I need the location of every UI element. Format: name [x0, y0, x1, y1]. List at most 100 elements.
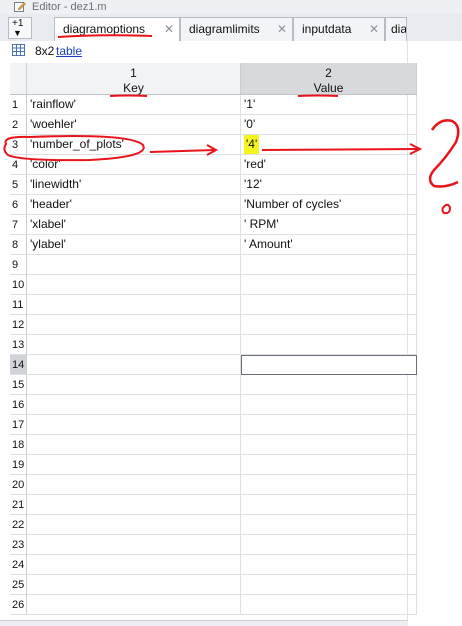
value-cell[interactable]	[241, 495, 417, 515]
key-cell[interactable]	[27, 375, 241, 395]
row-number[interactable]: 13	[10, 335, 27, 355]
key-cell[interactable]	[27, 395, 241, 415]
row-number[interactable]: 26	[10, 595, 27, 615]
row-number[interactable]: 23	[10, 535, 27, 555]
value-cell[interactable]	[241, 555, 417, 575]
table-row[interactable]: 16	[10, 395, 417, 415]
value-cell[interactable]	[241, 395, 417, 415]
row-number[interactable]: 19	[10, 455, 27, 475]
value-cell[interactable]: ' Amount'	[241, 235, 417, 255]
value-cell[interactable]: 'Number of cycles'	[241, 195, 417, 215]
table-row[interactable]: 24	[10, 555, 417, 575]
tab-diagramoptions[interactable]: diagramoptions ✕	[54, 17, 180, 42]
row-number[interactable]: 6	[10, 195, 27, 215]
value-cell[interactable]	[241, 575, 417, 595]
key-cell[interactable]: 'ylabel'	[27, 235, 241, 255]
value-cell[interactable]	[241, 275, 417, 295]
table-row[interactable]: 3'number_of_plots' '4'	[10, 135, 417, 155]
row-number[interactable]: 17	[10, 415, 27, 435]
key-cell[interactable]	[27, 515, 241, 535]
table-row[interactable]: 22	[10, 515, 417, 535]
value-cell[interactable]	[241, 295, 417, 315]
horizontal-scrollbar[interactable]	[0, 620, 408, 626]
row-number[interactable]: 1	[10, 95, 27, 115]
value-cell[interactable]	[241, 375, 417, 395]
key-cell[interactable]	[27, 595, 241, 615]
key-cell[interactable]	[27, 355, 241, 375]
table-row[interactable]: 6'header' 'Number of cycles'	[10, 195, 417, 215]
value-cell[interactable]: '0'	[241, 115, 417, 135]
key-cell[interactable]	[27, 455, 241, 475]
value-cell[interactable]	[241, 475, 417, 495]
table-row[interactable]: 10	[10, 275, 417, 295]
column-header-2[interactable]: 2 Value	[241, 63, 417, 95]
row-number[interactable]: 18	[10, 435, 27, 455]
table-row[interactable]: 13	[10, 335, 417, 355]
key-cell[interactable]	[27, 555, 241, 575]
key-cell[interactable]	[27, 275, 241, 295]
value-cell[interactable]: '1'	[241, 95, 417, 115]
row-number[interactable]: 11	[10, 295, 27, 315]
key-cell[interactable]	[27, 335, 241, 355]
close-icon[interactable]: ✕	[369, 18, 379, 40]
row-number[interactable]: 24	[10, 555, 27, 575]
key-cell[interactable]	[27, 295, 241, 315]
value-cell[interactable]	[241, 535, 417, 555]
row-number[interactable]: 16	[10, 395, 27, 415]
row-number[interactable]: 21	[10, 495, 27, 515]
table-row[interactable]: 12	[10, 315, 417, 335]
tab-inputdata[interactable]: inputdata ✕	[293, 17, 385, 41]
key-cell[interactable]: 'number_of_plots'	[27, 135, 241, 155]
key-cell[interactable]: 'header'	[27, 195, 241, 215]
table-row[interactable]: 9	[10, 255, 417, 275]
value-cell[interactable]	[241, 255, 417, 275]
close-icon[interactable]: ✕	[277, 18, 287, 40]
table-row[interactable]: 26	[10, 595, 417, 615]
value-cell[interactable]	[241, 435, 417, 455]
key-cell[interactable]: 'linewidth'	[27, 175, 241, 195]
key-cell[interactable]	[27, 415, 241, 435]
table-row[interactable]: 19	[10, 455, 417, 475]
row-number[interactable]: 22	[10, 515, 27, 535]
row-number[interactable]: 3	[10, 135, 27, 155]
value-cell[interactable]: ' RPM'	[241, 215, 417, 235]
row-number[interactable]: 20	[10, 475, 27, 495]
value-cell[interactable]: 'red'	[241, 155, 417, 175]
row-number[interactable]: 15	[10, 375, 27, 395]
row-number[interactable]: 14	[10, 355, 27, 375]
table-row[interactable]: 15	[10, 375, 417, 395]
value-cell[interactable]	[241, 415, 417, 435]
key-cell[interactable]	[27, 575, 241, 595]
value-cell[interactable]	[241, 455, 417, 475]
key-cell[interactable]: 'woehler'	[27, 115, 241, 135]
tab-navigator-button[interactable]: +1 ▼	[8, 17, 32, 39]
table-row[interactable]: 14	[10, 355, 417, 375]
table-row[interactable]: 2'woehler' '0'	[10, 115, 417, 135]
key-cell[interactable]	[27, 495, 241, 515]
value-cell[interactable]: '4'	[241, 135, 417, 155]
table-row[interactable]: 25	[10, 575, 417, 595]
tab-dia[interactable]: dia	[385, 17, 407, 41]
table-row[interactable]: 8'ylabel' ' Amount'	[10, 235, 417, 255]
key-cell[interactable]	[27, 315, 241, 335]
value-cell[interactable]	[241, 335, 417, 355]
key-cell[interactable]: 'color'	[27, 155, 241, 175]
value-cell[interactable]	[241, 515, 417, 535]
table-row[interactable]: 11	[10, 295, 417, 315]
value-cell[interactable]	[241, 355, 417, 375]
column-header-1[interactable]: 1 Key	[27, 63, 241, 95]
close-icon[interactable]: ✕	[164, 18, 174, 40]
table-row[interactable]: 7'xlabel' ' RPM'	[10, 215, 417, 235]
row-number[interactable]: 4	[10, 155, 27, 175]
row-number[interactable]: 7	[10, 215, 27, 235]
variable-type-link[interactable]: table	[56, 44, 82, 58]
table-row[interactable]: 20	[10, 475, 417, 495]
value-cell[interactable]	[241, 315, 417, 335]
key-cell[interactable]	[27, 475, 241, 495]
key-cell[interactable]: 'xlabel'	[27, 215, 241, 235]
row-number[interactable]: 12	[10, 315, 27, 335]
row-number[interactable]: 5	[10, 175, 27, 195]
value-cell[interactable]	[241, 595, 417, 615]
key-cell[interactable]	[27, 255, 241, 275]
tab-diagramlimits[interactable]: diagramlimits ✕	[180, 17, 293, 41]
